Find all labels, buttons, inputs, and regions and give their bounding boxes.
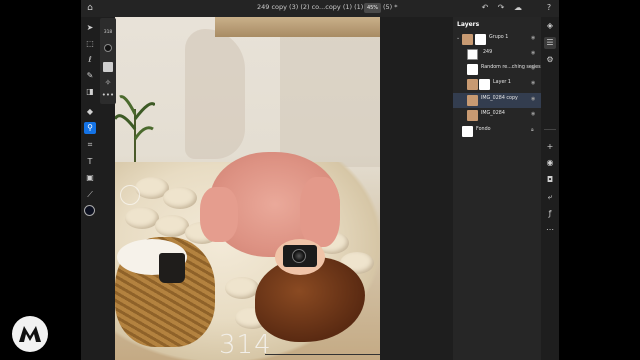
canvas-photo bbox=[115, 17, 380, 360]
photoshop-app: ⌂ 249 copy (3) (2) co...copy (1) (1) cop… bbox=[81, 0, 559, 360]
visibility-eye-icon[interactable]: ◉ bbox=[531, 96, 535, 102]
layer-name: IMG_0284 bbox=[481, 111, 505, 116]
visibility-icon[interactable]: ◉ bbox=[544, 157, 556, 169]
visibility-eye-icon[interactable]: ◉ bbox=[531, 50, 535, 56]
lasso-tool-icon[interactable]: ℓ bbox=[84, 54, 96, 66]
zoom-level[interactable]: 45% bbox=[364, 3, 381, 13]
visibility-eye-icon[interactable]: ◉ bbox=[531, 111, 535, 117]
chair-detail bbox=[120, 185, 140, 205]
right-toolbar: ◈ ☰ ⚙ + ◉ ◘ ⤶ ƒ ⋯ bbox=[541, 17, 559, 360]
type-tool-icon[interactable]: T bbox=[84, 156, 96, 168]
knit-loop bbox=[155, 215, 189, 237]
foreground-color-swatch[interactable] bbox=[84, 205, 95, 216]
layer-row-fondo[interactable]: Fondo 🔒︎ bbox=[453, 124, 541, 139]
layer-thumbnail bbox=[467, 110, 478, 121]
layer-thumbnail bbox=[462, 126, 473, 137]
eyedropper-tool-icon[interactable]: ⟋ bbox=[84, 189, 96, 201]
layer-name: 249 bbox=[483, 50, 493, 55]
knit-loop bbox=[163, 187, 197, 209]
document-canvas[interactable]: 314 bbox=[115, 17, 380, 360]
layer-row-grupo-1[interactable]: ⌄ Grupo 1 ◉ bbox=[453, 32, 541, 47]
top-bar: ⌂ 249 copy (3) (2) co...copy (1) (1) cop… bbox=[81, 0, 559, 17]
brush-settings-icon[interactable]: ✧ bbox=[100, 78, 116, 87]
visibility-eye-icon[interactable]: ◉ bbox=[531, 65, 535, 71]
layer-name: IMG_0284 copy bbox=[481, 96, 518, 101]
m-logo-icon bbox=[19, 326, 41, 342]
wall-shadow bbox=[185, 29, 245, 159]
layer-thumbnail bbox=[462, 34, 473, 45]
brush-opacity-swatch[interactable] bbox=[103, 62, 113, 72]
crop-tool-icon[interactable]: ⌗ bbox=[84, 139, 96, 151]
clip-icon[interactable]: ⤶ bbox=[544, 191, 556, 203]
clone-stamp-tool-icon[interactable]: ⚲ bbox=[84, 122, 96, 134]
layer-name: Layer 1 bbox=[493, 80, 511, 85]
layer-properties-icon[interactable]: ☰ bbox=[544, 37, 556, 49]
undo-icon[interactable]: ↶ bbox=[480, 3, 490, 13]
left-arm bbox=[200, 187, 238, 242]
visibility-eye-icon[interactable]: ◉ bbox=[531, 80, 535, 86]
layer-name: Grupo 1 bbox=[489, 35, 509, 40]
channel-logo bbox=[12, 316, 48, 352]
layer-thumbnail bbox=[467, 79, 478, 90]
group-collapse-icon[interactable]: ⌄ bbox=[456, 35, 460, 41]
marquee-tool-icon[interactable]: ⬚ bbox=[84, 38, 96, 50]
layers-panel-title: Layers bbox=[457, 21, 480, 28]
canvas-underline bbox=[265, 354, 380, 355]
layer-name: Fondo bbox=[476, 127, 491, 132]
layer-row-249[interactable]: 249 ◉ bbox=[453, 47, 541, 62]
cloud-icon[interactable]: ☁ bbox=[513, 3, 523, 13]
fx-icon[interactable]: ƒ bbox=[544, 208, 556, 220]
layer-thumbnail bbox=[467, 49, 478, 60]
mask-icon[interactable]: ◘ bbox=[544, 174, 556, 186]
left-toolbar: ➤ ⬚ ℓ ✎ ◨ ◆ ⚲ ⌗ T ▣ ⟋ bbox=[81, 17, 99, 360]
brush-tool-icon[interactable]: ✎ bbox=[84, 70, 96, 82]
right-arm bbox=[300, 177, 340, 247]
knit-loop bbox=[125, 207, 159, 229]
help-icon[interactable]: ? bbox=[544, 3, 554, 13]
layer-thumbnail bbox=[467, 64, 478, 75]
move-tool-icon[interactable]: ➤ bbox=[84, 22, 96, 34]
layer-row-random-retouching[interactable]: Random re...ching series ◉ bbox=[453, 62, 541, 77]
eraser-tool-icon[interactable]: ◨ bbox=[84, 86, 96, 98]
layers-panel: Layers ⌄ Grupo 1 ◉ 249 ◉ Random re...chi… bbox=[453, 17, 541, 360]
home-icon[interactable]: ⌂ bbox=[85, 3, 95, 13]
camera-lens bbox=[292, 249, 306, 263]
layer-row-layer-1[interactable]: Layer 1 ◉ bbox=[453, 77, 541, 92]
brush-size-value[interactable]: 318 bbox=[100, 30, 116, 35]
image-tool-icon[interactable]: ▣ bbox=[84, 172, 96, 184]
add-layer-icon[interactable]: + bbox=[544, 141, 556, 153]
layer-row-img-0284-copy[interactable]: IMG_0284 copy ◉ bbox=[453, 93, 541, 108]
knit-loop bbox=[225, 277, 259, 299]
layer-mask-thumbnail bbox=[475, 34, 486, 45]
redo-icon[interactable]: ↷ bbox=[496, 3, 506, 13]
canvas-overlay-number: 314 bbox=[219, 330, 272, 360]
brush-options-panel: 318 ✧ ••• bbox=[100, 18, 116, 104]
shelf bbox=[215, 17, 380, 37]
layer-mask-thumbnail bbox=[479, 79, 490, 90]
more-options-icon[interactable]: ••• bbox=[100, 91, 116, 99]
lock-icon[interactable]: 🔒︎ bbox=[531, 127, 534, 133]
toolbar-divider bbox=[544, 129, 556, 130]
coffee-cup bbox=[159, 253, 185, 283]
brush-hardness-icon[interactable] bbox=[104, 44, 112, 52]
visibility-eye-icon[interactable]: ◉ bbox=[531, 35, 535, 41]
wall-area bbox=[280, 37, 380, 167]
layer-thumbnail bbox=[467, 95, 478, 106]
adjustments-icon[interactable]: ⚙ bbox=[544, 54, 556, 66]
more-icon[interactable]: ⋯ bbox=[544, 224, 556, 236]
layers-icon[interactable]: ◈ bbox=[544, 20, 556, 32]
layer-row-img-0284[interactable]: IMG_0284 ◉ bbox=[453, 108, 541, 123]
fill-tool-icon[interactable]: ◆ bbox=[84, 106, 96, 118]
